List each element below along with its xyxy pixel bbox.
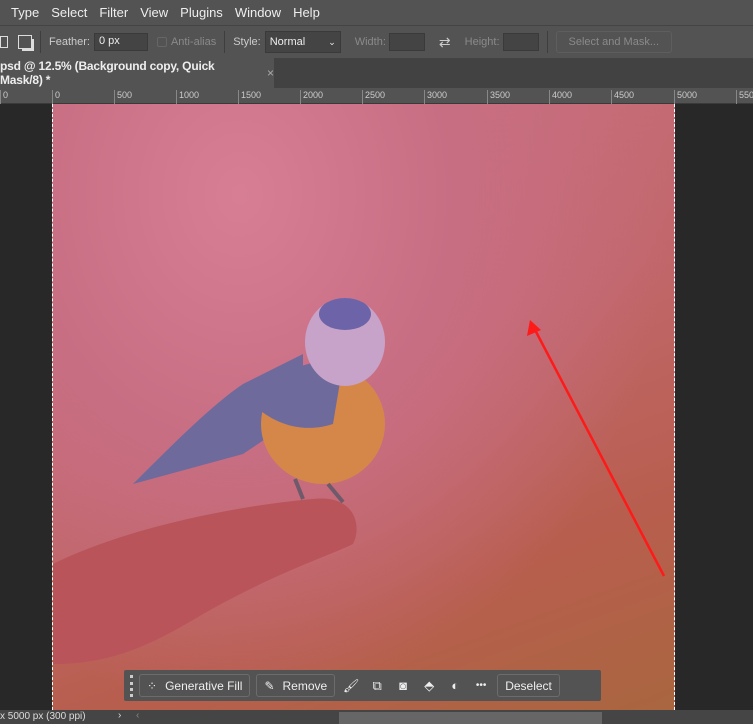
- bandage-icon: ✎: [264, 678, 275, 693]
- mask-icon[interactable]: ◙: [393, 678, 413, 693]
- generative-fill-label: Generative Fill: [165, 678, 243, 693]
- antialias-label: Anti-alias: [170, 36, 217, 48]
- ruler-label: 500: [114, 90, 132, 104]
- style-select[interactable]: Normal ⌄: [264, 31, 341, 53]
- status-bar: x 5000 px (300 ppi) › ‹: [0, 710, 753, 724]
- more-options-icon[interactable]: •••: [471, 680, 491, 691]
- scroll-left-arrow[interactable]: ‹: [136, 710, 139, 721]
- feather-input[interactable]: 0 px: [93, 33, 148, 51]
- deselect-button[interactable]: Deselect: [497, 674, 560, 697]
- menu-bar: Type Select Filter View Plugins Window H…: [0, 0, 753, 25]
- menu-type[interactable]: Type: [5, 5, 45, 20]
- ruler-label: 2500: [362, 90, 385, 104]
- divider: [40, 31, 41, 53]
- style-value: Normal: [269, 36, 306, 48]
- bird-crown: [319, 298, 371, 330]
- horizontal-scrollbar-thumb[interactable]: [339, 712, 602, 724]
- document-canvas[interactable]: [52, 104, 675, 710]
- ruler-label: 4000: [549, 90, 572, 104]
- remove-button[interactable]: ✎ Remove: [256, 674, 336, 697]
- ruler-label: 1500: [238, 90, 261, 104]
- swap-icon[interactable]: ⇄: [439, 34, 451, 51]
- transform-selection-icon[interactable]: ⧉: [367, 678, 387, 694]
- document-size: x 5000 px (300 ppi): [0, 711, 86, 722]
- menu-select[interactable]: Select: [45, 5, 93, 20]
- annotation-arrowhead: [527, 320, 541, 336]
- feather-label: Feather:: [49, 36, 90, 48]
- bird-photo: [53, 298, 666, 664]
- annotation-arrow: [531, 325, 666, 577]
- menu-filter[interactable]: Filter: [93, 5, 134, 20]
- selection-mode-icon[interactable]: [0, 36, 8, 48]
- ruler-label: 1000: [176, 90, 199, 104]
- chevron-down-icon: ⌄: [328, 36, 336, 47]
- ruler-label: 0: [52, 90, 60, 104]
- document-tab[interactable]: psd @ 12.5% (Background copy, Quick Mask…: [0, 58, 274, 88]
- ruler-label: 5000: [674, 90, 697, 104]
- width-label: Width:: [354, 36, 386, 48]
- sparkle-icon: ⁘: [147, 678, 158, 693]
- menu-window[interactable]: Window: [229, 5, 287, 20]
- branch: [53, 498, 357, 664]
- ruler-label: 0: [0, 90, 8, 104]
- document-tab-bar: psd @ 12.5% (Background copy, Quick Mask…: [0, 58, 753, 88]
- close-icon[interactable]: ×: [267, 66, 274, 80]
- ruler-label: 3000: [424, 90, 447, 104]
- height-label: Height:: [464, 36, 500, 48]
- divider: [546, 31, 548, 53]
- remove-label: Remove: [282, 678, 328, 693]
- menu-plugins[interactable]: Plugins: [174, 5, 229, 20]
- height-input[interactable]: [502, 33, 539, 51]
- divider: [224, 31, 226, 53]
- ruler-label: 4500: [611, 90, 634, 104]
- generative-fill-button[interactable]: ⁘ Generative Fill: [139, 674, 251, 697]
- select-and-mask-button[interactable]: Select and Mask...: [555, 31, 673, 53]
- intersect-selection-icon[interactable]: [18, 35, 32, 49]
- ruler-label: 550: [736, 90, 753, 104]
- document-tab-title: psd @ 12.5% (Background copy, Quick Mask…: [0, 59, 215, 87]
- ruler-label: 3500: [487, 90, 510, 104]
- paint-bucket-icon[interactable]: ⬘: [419, 678, 439, 694]
- style-label: Style:: [233, 36, 261, 48]
- options-bar: Feather: 0 px Anti-alias Style: Normal ⌄ …: [0, 25, 753, 58]
- contextual-task-bar: ⁘ Generative Fill ✎ Remove 🖌︎ ⧉ ◙ ⬘ ◐ ••• …: [124, 670, 601, 701]
- brush-icon[interactable]: 🖌︎: [341, 678, 361, 694]
- adjustment-icon[interactable]: ◐: [445, 678, 465, 693]
- horizontal-ruler: 0 0 500 1000 1500 2000 2500 3000 3500 40…: [0, 88, 753, 104]
- menu-help[interactable]: Help: [287, 5, 326, 20]
- ruler-label: 2000: [300, 90, 323, 104]
- status-menu-arrow[interactable]: ›: [118, 710, 121, 721]
- antialias-checkbox[interactable]: [156, 37, 167, 47]
- deselect-label: Deselect: [505, 678, 552, 693]
- width-input[interactable]: [388, 33, 425, 51]
- drag-handle-icon[interactable]: [130, 674, 133, 697]
- menu-view[interactable]: View: [134, 5, 174, 20]
